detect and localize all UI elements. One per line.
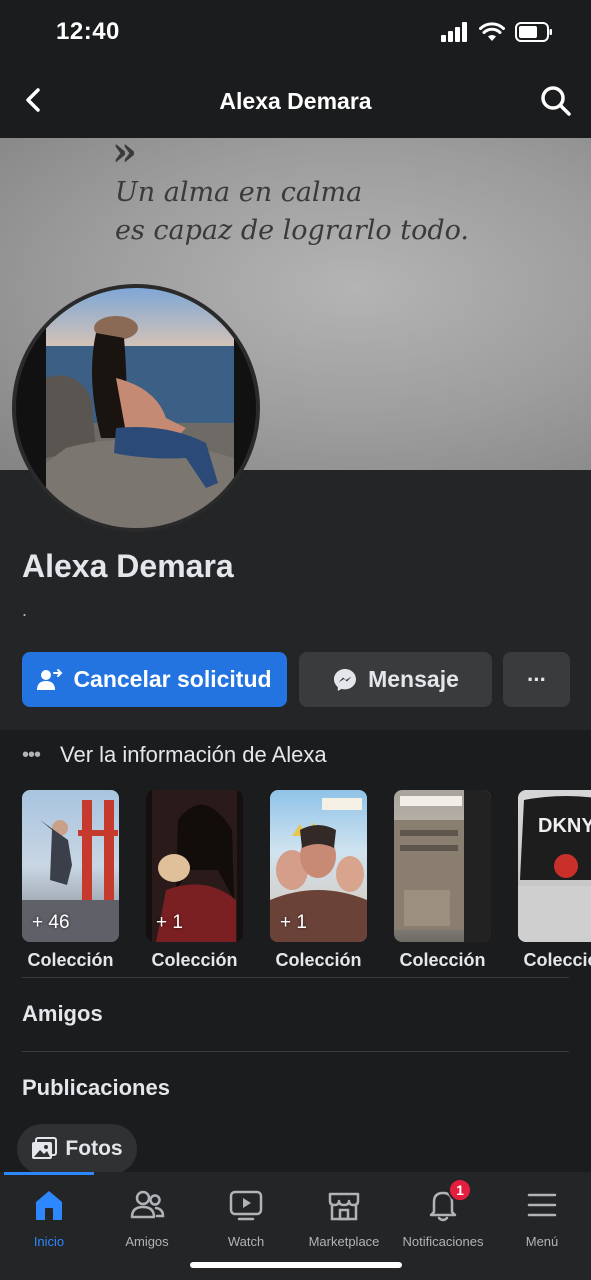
highlight-label: Colección — [27, 950, 114, 970]
home-icon — [36, 1191, 62, 1220]
profile-bio: . — [22, 600, 28, 620]
highlight-thumbnail: DKNY — [518, 790, 591, 942]
highlight-label: Colección — [523, 950, 591, 970]
watch-icon — [229, 1190, 263, 1221]
about-info-link[interactable]: ••• Ver la información de Alexa — [22, 742, 327, 768]
battery-icon — [515, 22, 552, 42]
photos-chip-label: Fotos — [65, 1137, 123, 1160]
divider — [22, 1051, 569, 1052]
status-bar: 12:40 — [0, 0, 591, 66]
tab-notificaciones[interactable]: 1 Notificaciones — [394, 1178, 492, 1249]
tab-label: Watch — [227, 1234, 265, 1249]
highlight-thumbnail: + 1 — [270, 790, 367, 942]
cover-decoration: » — [112, 138, 137, 175]
tab-label: Inicio — [33, 1234, 65, 1249]
highlight-item[interactable]: + 1 Colección — [146, 790, 243, 971]
signal-icon — [441, 22, 467, 42]
more-dots-icon: ··· — [527, 666, 547, 692]
system-icons — [441, 22, 553, 42]
friends-section-title[interactable]: Amigos — [22, 1001, 103, 1027]
divider — [22, 977, 569, 978]
about-info-label: Ver la información de Alexa — [60, 742, 327, 767]
highlight-item[interactable]: + 1 Colección — [270, 790, 367, 971]
cancel-request-button[interactable]: Cancelar solicitud — [22, 652, 287, 707]
photos-chip[interactable]: Fotos — [17, 1124, 137, 1174]
cover-quote: Un alma en calma es capaz de lograrlo to… — [115, 174, 469, 250]
highlight-item[interactable]: DKNY Colección — [518, 790, 591, 971]
highlight-label: Colección — [399, 950, 486, 970]
highlight-count: + 46 — [32, 912, 70, 933]
more-dots-icon: ••• — [22, 743, 41, 766]
highlight-thumbnail: + 1 — [146, 790, 243, 942]
notification-badge: 1 — [448, 1178, 472, 1202]
avatar[interactable] — [12, 284, 260, 532]
highlight-label: Colección — [275, 950, 362, 970]
wifi-icon — [479, 22, 505, 41]
active-tab-indicator — [4, 1172, 94, 1175]
message-button[interactable]: Mensaje — [299, 652, 492, 707]
tab-label: Amigos — [125, 1234, 169, 1249]
home-indicator[interactable] — [190, 1262, 402, 1268]
svg-text:DKNY: DKNY — [538, 815, 591, 837]
tab-watch[interactable]: Watch — [197, 1186, 295, 1249]
message-label: Mensaje — [368, 666, 459, 692]
tab-menu[interactable]: Menú — [493, 1186, 591, 1249]
tab-amigos[interactable]: Amigos — [98, 1186, 196, 1249]
page-title: Alexa Demara — [219, 88, 372, 114]
cancel-request-label: Cancelar solicitud — [73, 666, 272, 692]
posts-section-title: Publicaciones — [22, 1075, 170, 1100]
tab-label: Menú — [525, 1234, 559, 1249]
search-icon[interactable] — [539, 84, 573, 118]
highlight-item[interactable]: Colección — [394, 790, 491, 971]
messenger-icon — [334, 668, 357, 691]
highlight-count: + 1 — [156, 912, 183, 933]
cover-quote-line-2: es capaz de lograrlo todo. — [115, 215, 469, 246]
tab-label: Notificaciones — [402, 1234, 484, 1249]
cover-quote-line-1: Un alma en calma — [115, 177, 363, 208]
status-time: 12:40 — [56, 18, 120, 45]
profile-name: Alexa Demara — [22, 548, 234, 584]
highlight-label: Colección — [151, 950, 238, 970]
photos-icon — [32, 1137, 58, 1159]
bell-icon-wrapper: 1 — [424, 1178, 472, 1224]
tab-label: Marketplace — [308, 1234, 380, 1249]
tab-inicio[interactable]: Inicio — [0, 1186, 98, 1249]
highlight-count: + 1 — [280, 912, 307, 933]
profile-header: Alexa Demara — [0, 66, 591, 138]
friends-icon — [130, 1190, 165, 1219]
highlights-carousel[interactable]: + 46 Colección + 1 Colección + 1 Colecci… — [22, 790, 591, 975]
tab-marketplace[interactable]: Marketplace — [295, 1186, 393, 1249]
highlight-thumbnail — [394, 790, 491, 942]
user-pending-icon — [37, 668, 63, 690]
highlight-thumbnail: + 46 — [22, 790, 119, 942]
marketplace-icon — [328, 1192, 360, 1221]
menu-icon — [527, 1193, 557, 1217]
avatar-photo — [46, 288, 234, 528]
more-options-button[interactable]: ··· — [503, 652, 570, 707]
highlight-item[interactable]: + 46 Colección — [22, 790, 119, 971]
